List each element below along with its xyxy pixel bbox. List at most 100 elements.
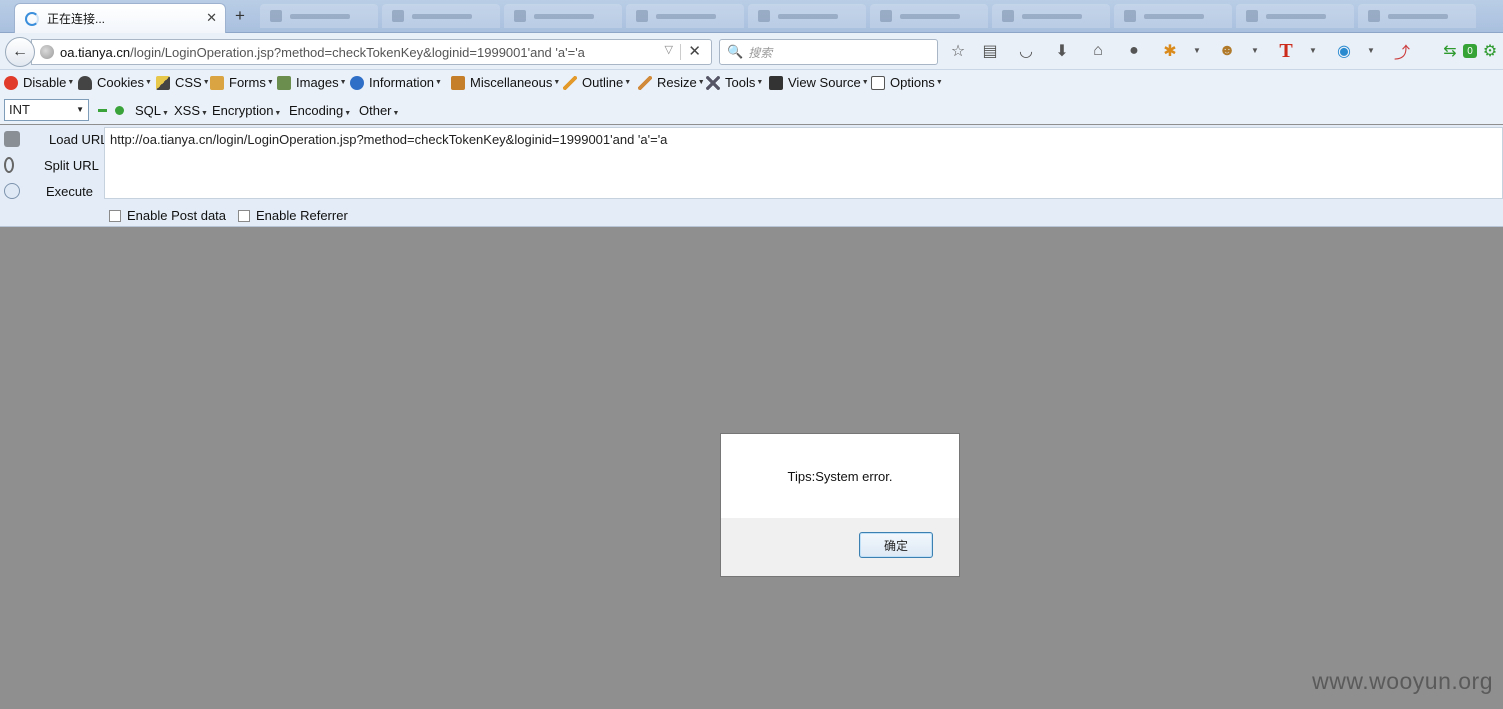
menu-outline[interactable]: Outline ▼ (563, 75, 631, 90)
url-textarea[interactable]: http://oa.tianya.cn/login/LoginOperation… (104, 127, 1503, 199)
chevron-down-icon[interactable]: ▼ (1251, 46, 1259, 55)
menu-label: Outline (582, 75, 624, 90)
menu-view-source[interactable]: View Source ▼ (769, 75, 869, 90)
menu-disable[interactable]: Disable ▼ (4, 75, 74, 90)
action-label: Load URL (49, 131, 108, 147)
menu-resize[interactable]: Resize ▼ (638, 75, 705, 90)
back-button[interactable]: ← (5, 37, 35, 67)
background-tab[interactable] (504, 4, 622, 28)
load-url-icon (4, 131, 20, 147)
text-tool-icon[interactable]: T (1276, 40, 1296, 62)
checkbox[interactable] (238, 209, 250, 222)
menu-label: Cookies (97, 75, 144, 90)
options-icon (871, 75, 885, 90)
menu-encryption[interactable]: Encryption▼ (212, 103, 281, 118)
menu-label: View Source (788, 75, 861, 90)
search-icon: 🔍 (727, 44, 744, 59)
menu-label: Disable (23, 75, 67, 90)
monkey-icon[interactable]: ☻ (1217, 41, 1237, 61)
menu-miscellaneous[interactable]: Miscellaneous ▼ (451, 75, 560, 90)
divider (680, 44, 681, 60)
checkbox-label: Enable Post data (127, 208, 227, 223)
action-label: Execute (46, 183, 93, 199)
menu-images[interactable]: Images ▼ (277, 75, 347, 90)
execute-button[interactable]: Execute (4, 183, 93, 199)
play-icon (4, 183, 20, 199)
menu-label: Other (359, 103, 392, 118)
enable-post-checkbox[interactable]: Enable Post data (109, 208, 226, 223)
search-placeholder: 搜索 (748, 45, 773, 60)
plus-icon[interactable] (115, 106, 124, 115)
tab-title: 正在连接... (47, 12, 106, 26)
url-history-dropdown-icon[interactable]: ▽ (665, 43, 673, 56)
background-tab[interactable] (992, 4, 1110, 28)
menu-encoding[interactable]: Encoding▼ (289, 103, 351, 118)
back-arrow-icon: ← (12, 43, 28, 60)
menu-label: Options (890, 75, 935, 90)
url-text: oa.tianya.cn/login/LoginOperation.jsp?me… (60, 45, 585, 60)
globe-icon (40, 45, 54, 59)
reader-icon[interactable]: ▤ (980, 41, 1000, 61)
chevron-down-icon[interactable]: ▼ (1309, 46, 1317, 55)
css-icon (156, 75, 170, 90)
menu-css[interactable]: CSS ▼ (156, 75, 210, 90)
search-input[interactable]: 🔍 搜索 (719, 39, 938, 65)
images-icon (277, 75, 291, 90)
checkbox[interactable] (109, 209, 121, 222)
cookie-icon (78, 75, 92, 90)
menu-tools[interactable]: Tools ▼ (706, 75, 763, 90)
menu-label: Encryption (212, 103, 274, 118)
addon-icon[interactable]: ⚙ (1480, 41, 1500, 61)
load-url-button[interactable]: Load URL (4, 131, 108, 147)
web-icon[interactable]: ◉ (1334, 41, 1354, 61)
tab-strip: 正在连接... ✕ + (0, 0, 1503, 33)
pocket-icon[interactable]: ◡ (1016, 41, 1036, 61)
menu-label: Information (369, 75, 435, 90)
background-tab[interactable] (870, 4, 988, 28)
disable-icon (4, 75, 18, 90)
background-tab[interactable] (626, 4, 744, 28)
minus-icon[interactable] (98, 109, 107, 112)
background-tab[interactable] (1114, 4, 1232, 28)
background-tab[interactable] (1236, 4, 1354, 28)
ok-button[interactable]: 确定 (859, 532, 933, 558)
pencil-icon (563, 75, 577, 90)
chevron-down-icon[interactable]: ▼ (1367, 46, 1375, 55)
type-select[interactable]: INT ▼ (4, 99, 89, 121)
hackbar-toolbar: INT ▼ SQL▼ XSS▼ Encryption▼ Encoding▼ Oth… (0, 97, 1503, 124)
chat-icon[interactable]: ● (1124, 41, 1144, 61)
menu-forms[interactable]: Forms ▼ (210, 75, 274, 90)
stats-icon[interactable]: ⤴ (1392, 41, 1412, 62)
background-tab[interactable] (1358, 4, 1476, 28)
tab-active[interactable]: 正在连接... ✕ (14, 3, 226, 33)
badge-count[interactable]: 0 (1463, 44, 1477, 58)
sync-icon[interactable]: ⇆ (1440, 41, 1460, 61)
split-url-button[interactable]: Split URL (4, 157, 99, 173)
web-developer-toolbar: Disable ▼ Cookies ▼ CSS ▼ Forms ▼ Images ▼ In… (0, 70, 1503, 97)
url-bar[interactable]: oa.tianya.cn/login/LoginOperation.jsp?me… (31, 39, 712, 65)
background-tab[interactable] (382, 4, 500, 28)
menu-sql[interactable]: SQL▼ (135, 103, 169, 118)
menu-cookies[interactable]: Cookies ▼ (78, 75, 152, 90)
star-icon[interactable]: ☆ (948, 41, 968, 61)
info-icon (350, 75, 364, 90)
download-icon[interactable]: ⬇ (1052, 41, 1072, 61)
chevron-down-icon[interactable]: ▼ (1193, 46, 1201, 55)
new-tab-button[interactable]: + (235, 6, 245, 26)
stop-icon[interactable]: ✕ (688, 42, 701, 60)
extension-icon[interactable]: ✱ (1160, 41, 1180, 61)
menu-information[interactable]: Information ▼ (350, 75, 442, 90)
background-tab[interactable] (260, 4, 378, 28)
background-tab[interactable] (748, 4, 866, 28)
menu-other[interactable]: Other▼ (359, 103, 399, 118)
enable-referrer-checkbox[interactable]: Enable Referrer (238, 208, 348, 223)
watermark: www.wooyun.org (1312, 668, 1493, 694)
background-tabs (260, 4, 1503, 28)
close-tab-icon[interactable]: ✕ (206, 10, 217, 26)
tools-icon (706, 75, 720, 90)
menu-xss[interactable]: XSS▼ (174, 103, 208, 118)
home-icon[interactable]: ⌂ (1088, 41, 1108, 61)
checkbox-label: Enable Referrer (256, 208, 348, 223)
menu-label: SQL (135, 103, 162, 118)
menu-options[interactable]: Options ▼ (871, 75, 943, 90)
